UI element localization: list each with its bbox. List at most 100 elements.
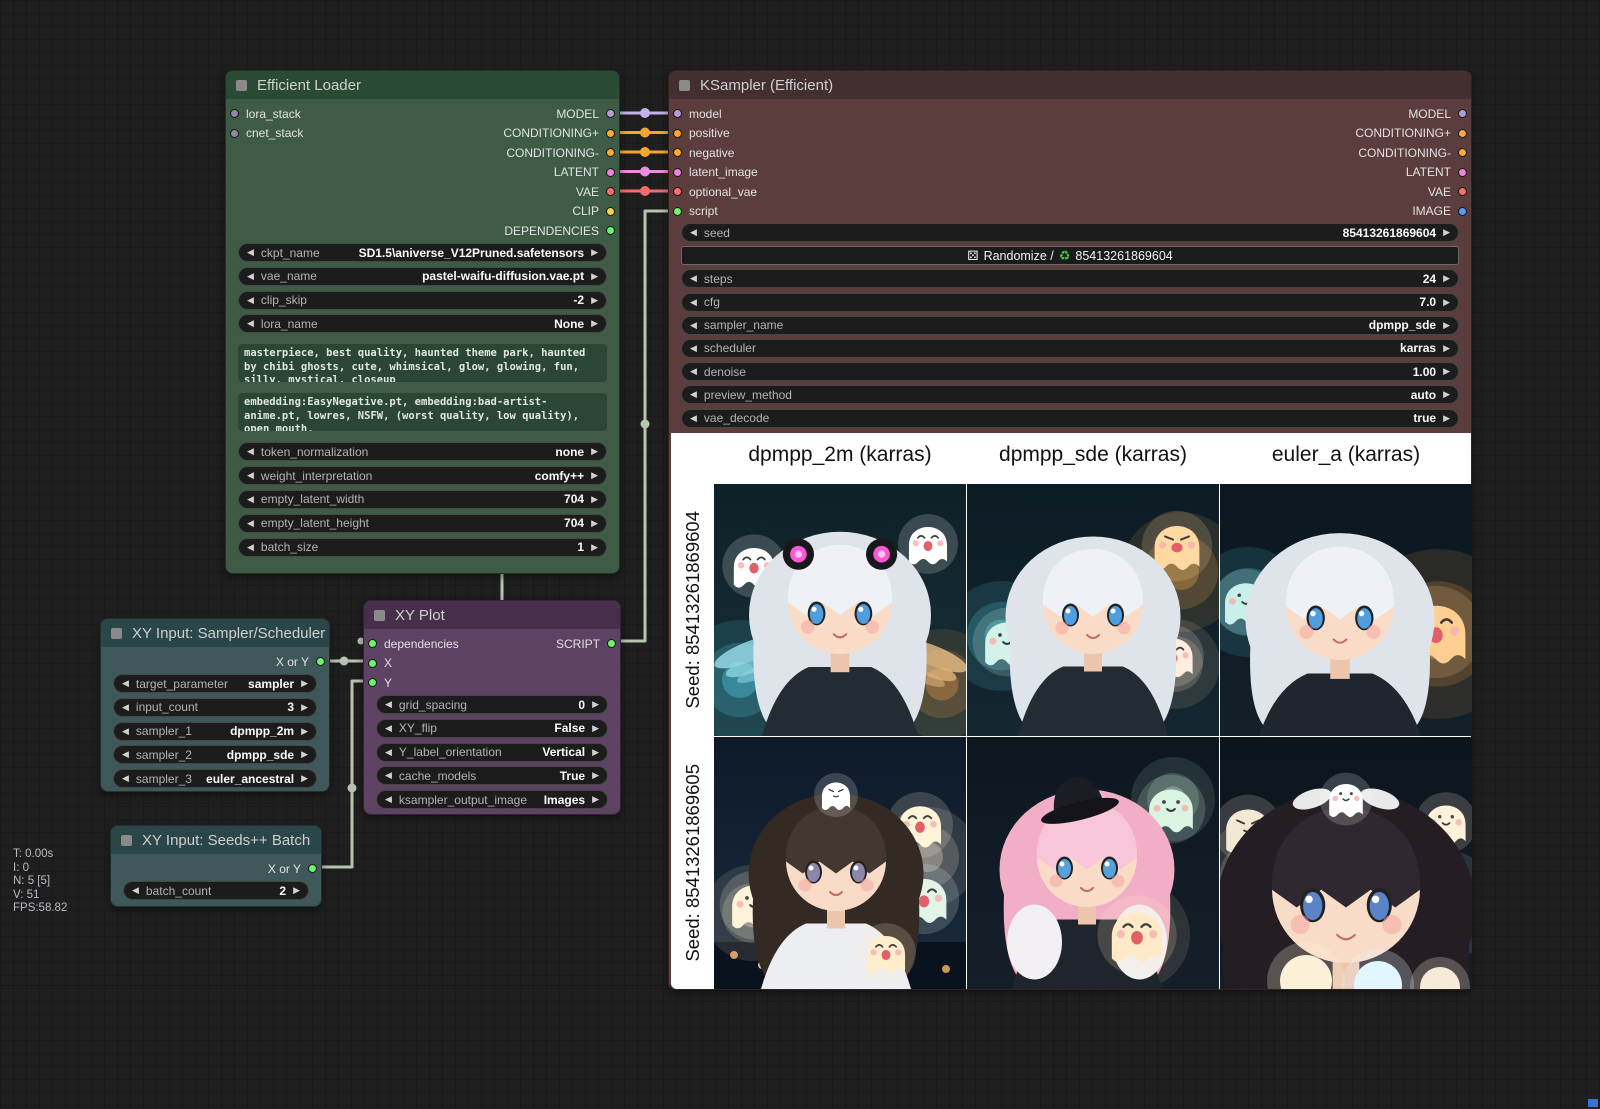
increment-arrow-icon[interactable]: ▶ — [592, 723, 599, 734]
node-graph-canvas[interactable]: Efficient Loader lora_stackcnet_stack MOD… — [0, 0, 1600, 1109]
output-slot-model[interactable]: MODEL — [556, 104, 615, 124]
widget-sampler_2[interactable]: ◀sampler_2dpmpp_sde▶ — [113, 745, 317, 764]
decrement-arrow-icon[interactable]: ◀ — [247, 247, 254, 258]
node-header[interactable]: XY Plot — [364, 601, 620, 629]
decrement-arrow-icon[interactable]: ◀ — [385, 723, 392, 734]
output-slot-model[interactable]: MODEL — [1408, 104, 1467, 124]
node-xy-plot[interactable]: XY Plot dependenciesXY SCRIPT ◀grid_spaci… — [363, 600, 621, 815]
widget-ksampler_output_image[interactable]: ◀ksampler_output_imageImages▶ — [376, 790, 608, 809]
node-efficient-loader[interactable]: Efficient Loader lora_stackcnet_stack MOD… — [225, 70, 620, 574]
increment-arrow-icon[interactable]: ▶ — [591, 446, 598, 457]
increment-arrow-icon[interactable]: ▶ — [301, 702, 308, 713]
widget-XY_flip[interactable]: ◀XY_flipFalse▶ — [376, 719, 608, 738]
slot-dot-icon[interactable] — [368, 678, 377, 687]
output-slot-conditioning+[interactable]: CONDITIONING+ — [1355, 124, 1467, 144]
slot-dot-icon[interactable] — [673, 187, 682, 196]
widget-clip_skip[interactable]: ◀clip_skip-2▶ — [238, 291, 607, 310]
decrement-arrow-icon[interactable]: ◀ — [690, 273, 697, 284]
increment-arrow-icon[interactable]: ▶ — [591, 542, 598, 553]
slot-dot-icon[interactable] — [606, 109, 615, 118]
increment-arrow-icon[interactable]: ▶ — [591, 494, 598, 505]
widget-token_normalization[interactable]: ◀token_normalizationnone▶ — [238, 442, 607, 461]
increment-arrow-icon[interactable]: ▶ — [1443, 343, 1450, 354]
output-slot-x-or-y[interactable]: X or Y — [268, 859, 317, 879]
slot-dot-icon[interactable] — [1458, 187, 1467, 196]
slot-dot-icon[interactable] — [230, 109, 239, 118]
decrement-arrow-icon[interactable]: ◀ — [132, 885, 139, 896]
decrement-arrow-icon[interactable]: ◀ — [385, 794, 392, 805]
increment-arrow-icon[interactable]: ▶ — [592, 699, 599, 710]
slot-dot-icon[interactable] — [606, 168, 615, 177]
increment-arrow-icon[interactable]: ▶ — [591, 247, 598, 258]
input-slot-positive[interactable]: positive — [673, 124, 730, 144]
increment-arrow-icon[interactable]: ▶ — [1443, 227, 1450, 238]
slot-dot-icon[interactable] — [606, 148, 615, 157]
increment-arrow-icon[interactable]: ▶ — [591, 318, 598, 329]
widget-preview_method[interactable]: ◀preview_methodauto▶ — [681, 385, 1459, 404]
widget-ckpt_name[interactable]: ◀ckpt_nameSD1.5\aniverse_V12Pruned.safet… — [238, 243, 607, 262]
slot-dot-icon[interactable] — [1458, 129, 1467, 138]
increment-arrow-icon[interactable]: ▶ — [301, 773, 308, 784]
slot-dot-icon[interactable] — [607, 639, 616, 648]
widget-Y_label_orientation[interactable]: ◀Y_label_orientationVertical▶ — [376, 743, 608, 762]
increment-arrow-icon[interactable]: ▶ — [591, 295, 598, 306]
decrement-arrow-icon[interactable]: ◀ — [690, 227, 697, 238]
widget-scheduler[interactable]: ◀schedulerkarras▶ — [681, 339, 1459, 358]
widget-sampler_3[interactable]: ◀sampler_3euler_ancestral▶ — [113, 769, 317, 788]
randomize-seed-button[interactable]: ⚄Randomize /♻85413261869604 — [681, 246, 1459, 265]
positive-prompt[interactable]: masterpiece, best quality, haunted theme… — [238, 344, 607, 382]
output-slot-image[interactable]: IMAGE — [1412, 202, 1467, 222]
widget-seed[interactable]: ◀seed85413261869604▶ — [681, 223, 1459, 242]
output-slot-script[interactable]: SCRIPT — [556, 634, 616, 654]
output-slot-conditioning-[interactable]: CONDITIONING- — [506, 143, 615, 163]
widget-cfg[interactable]: ◀cfg7.0▶ — [681, 293, 1459, 312]
decrement-arrow-icon[interactable]: ◀ — [690, 413, 697, 424]
node-header[interactable]: Efficient Loader — [226, 71, 619, 99]
collapse-icon[interactable] — [111, 628, 122, 639]
input-slot-dependencies[interactable]: dependencies — [368, 634, 459, 654]
increment-arrow-icon[interactable]: ▶ — [591, 271, 598, 282]
widget-sampler_1[interactable]: ◀sampler_1dpmpp_2m▶ — [113, 722, 317, 741]
widget-vae_decode[interactable]: ◀vae_decodetrue▶ — [681, 409, 1459, 428]
decrement-arrow-icon[interactable]: ◀ — [690, 320, 697, 331]
slot-dot-icon[interactable] — [1458, 207, 1467, 216]
input-slot-x[interactable]: X — [368, 654, 392, 674]
slot-dot-icon[interactable] — [606, 187, 615, 196]
decrement-arrow-icon[interactable]: ◀ — [385, 699, 392, 710]
slot-dot-icon[interactable] — [308, 864, 317, 873]
slot-dot-icon[interactable] — [606, 207, 615, 216]
output-slot-conditioning+[interactable]: CONDITIONING+ — [503, 124, 615, 144]
output-slot-vae[interactable]: VAE — [576, 182, 615, 202]
decrement-arrow-icon[interactable]: ◀ — [690, 343, 697, 354]
collapse-icon[interactable] — [121, 835, 132, 846]
increment-arrow-icon[interactable]: ▶ — [1443, 273, 1450, 284]
widget-sampler_name[interactable]: ◀sampler_namedpmpp_sde▶ — [681, 316, 1459, 335]
decrement-arrow-icon[interactable]: ◀ — [247, 295, 254, 306]
slot-dot-icon[interactable] — [606, 226, 615, 235]
input-slot-y[interactable]: Y — [368, 673, 392, 693]
widget-steps[interactable]: ◀steps24▶ — [681, 269, 1459, 288]
widget-batch_count[interactable]: ◀batch_count2▶ — [123, 881, 309, 900]
decrement-arrow-icon[interactable]: ◀ — [690, 366, 697, 377]
widget-cache_models[interactable]: ◀cache_modelsTrue▶ — [376, 766, 608, 785]
widget-grid_spacing[interactable]: ◀grid_spacing0▶ — [376, 695, 608, 714]
slot-dot-icon[interactable] — [673, 168, 682, 177]
increment-arrow-icon[interactable]: ▶ — [1443, 389, 1450, 400]
increment-arrow-icon[interactable]: ▶ — [1443, 297, 1450, 308]
widget-input_count[interactable]: ◀input_count3▶ — [113, 698, 317, 717]
slot-dot-icon[interactable] — [230, 129, 239, 138]
slot-dot-icon[interactable] — [368, 659, 377, 668]
decrement-arrow-icon[interactable]: ◀ — [247, 470, 254, 481]
input-slot-model[interactable]: model — [673, 104, 722, 124]
input-slot-cnet-stack[interactable]: cnet_stack — [230, 124, 303, 144]
decrement-arrow-icon[interactable]: ◀ — [122, 726, 129, 737]
increment-arrow-icon[interactable]: ▶ — [591, 470, 598, 481]
collapse-icon[interactable] — [679, 80, 690, 91]
slot-dot-icon[interactable] — [673, 148, 682, 157]
increment-arrow-icon[interactable]: ▶ — [592, 747, 599, 758]
decrement-arrow-icon[interactable]: ◀ — [247, 318, 254, 329]
decrement-arrow-icon[interactable]: ◀ — [247, 271, 254, 282]
slot-dot-icon[interactable] — [1458, 168, 1467, 177]
input-slot-lora-stack[interactable]: lora_stack — [230, 104, 301, 124]
node-ksampler-efficient[interactable]: KSampler (Efficient) modelpositivenegati… — [668, 70, 1472, 990]
